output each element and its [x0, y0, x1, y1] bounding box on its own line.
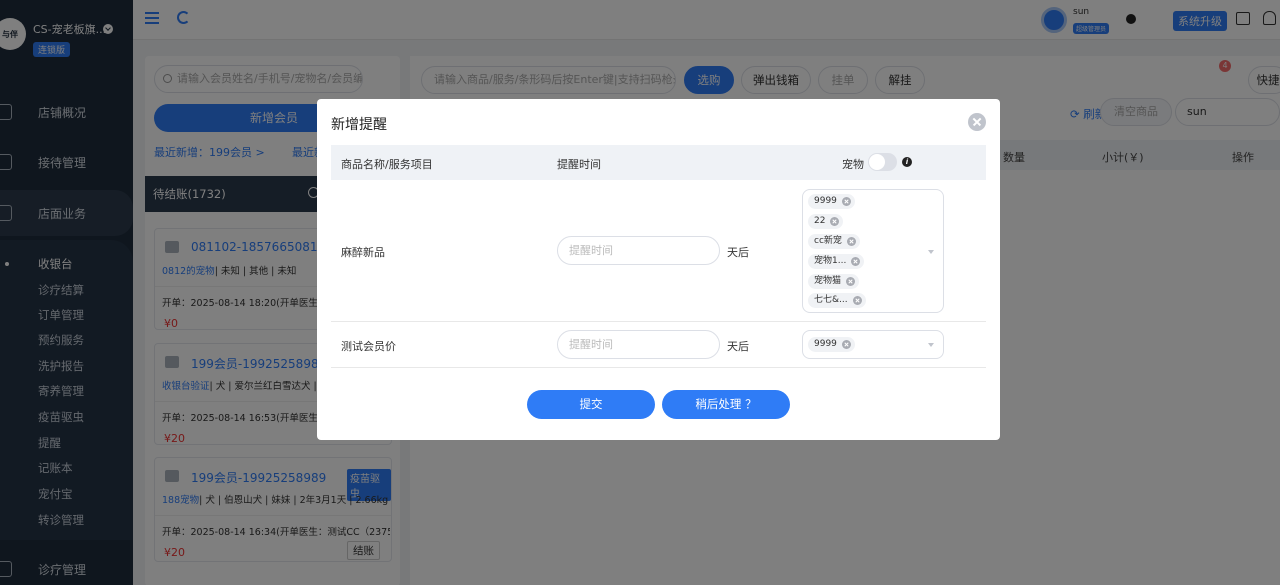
pet-tag-label: 9999 — [814, 339, 837, 349]
pet-tag-label: 9999 — [814, 196, 837, 206]
remove-tag-icon[interactable] — [852, 296, 862, 305]
pet-tag: 宠物猫 — [808, 274, 860, 289]
remove-tag-icon[interactable] — [846, 277, 856, 286]
row-divider — [331, 321, 986, 322]
pet-tag-label: cc新宠 — [814, 236, 842, 246]
remove-tag-icon[interactable] — [841, 197, 851, 206]
pet-tag: 七七&... — [808, 293, 866, 308]
row-divider — [331, 367, 986, 368]
pet-tag-label: 宠物猫 — [814, 276, 842, 286]
pet-multi-select[interactable]: 9999 22 cc新宠 宠物1... 宠物猫 七七&... — [802, 189, 944, 313]
reminder-time-input[interactable]: 提醒时间 — [557, 236, 720, 265]
submit-button[interactable]: 提交 — [527, 390, 655, 419]
pet-tag-label: 宠物1... — [814, 256, 847, 266]
days-later-label: 天后 — [727, 340, 749, 353]
remove-tag-icon[interactable] — [830, 217, 840, 226]
remove-tag-icon[interactable] — [846, 237, 856, 246]
handle-later-button[interactable]: 稍后处理 ？ — [662, 390, 790, 419]
reminder-item-name: 麻醉新品 — [341, 246, 385, 259]
days-later-label: 天后 — [727, 246, 749, 259]
reminder-time-input[interactable]: 提醒时间 — [557, 330, 720, 359]
info-icon[interactable]: i — [902, 157, 912, 167]
pet-tag: 9999 — [808, 194, 855, 209]
chevron-down-icon[interactable] — [928, 250, 934, 254]
col-pet: 宠物 — [842, 158, 864, 171]
col-item-name: 商品名称/服务项目 — [341, 158, 433, 171]
reminder-item-name: 测试会员价 — [341, 340, 396, 353]
remove-tag-icon[interactable] — [841, 340, 851, 349]
add-reminder-dialog: 新增提醒 商品名称/服务项目 提醒时间 宠物 i 麻醉新品 提醒时间 天后 99… — [317, 99, 1000, 440]
remove-tag-icon[interactable] — [851, 257, 861, 266]
pet-tag: 9999 — [808, 337, 855, 352]
pet-tag: cc新宠 — [808, 234, 860, 249]
pet-tag: 宠物1... — [808, 254, 865, 269]
col-reminder-time: 提醒时间 — [557, 158, 601, 171]
pet-tag-label: 七七&... — [814, 295, 848, 305]
pet-tag-label: 22 — [814, 216, 826, 226]
reminder-table-header: 商品名称/服务项目 提醒时间 宠物 i — [331, 145, 986, 180]
pet-tag: 22 — [808, 214, 844, 229]
pet-multi-select[interactable]: 9999 — [802, 330, 944, 359]
dialog-title: 新增提醒 — [331, 117, 387, 133]
chevron-down-icon[interactable] — [928, 343, 934, 347]
close-icon[interactable] — [968, 113, 986, 131]
pet-toggle[interactable] — [868, 153, 897, 171]
